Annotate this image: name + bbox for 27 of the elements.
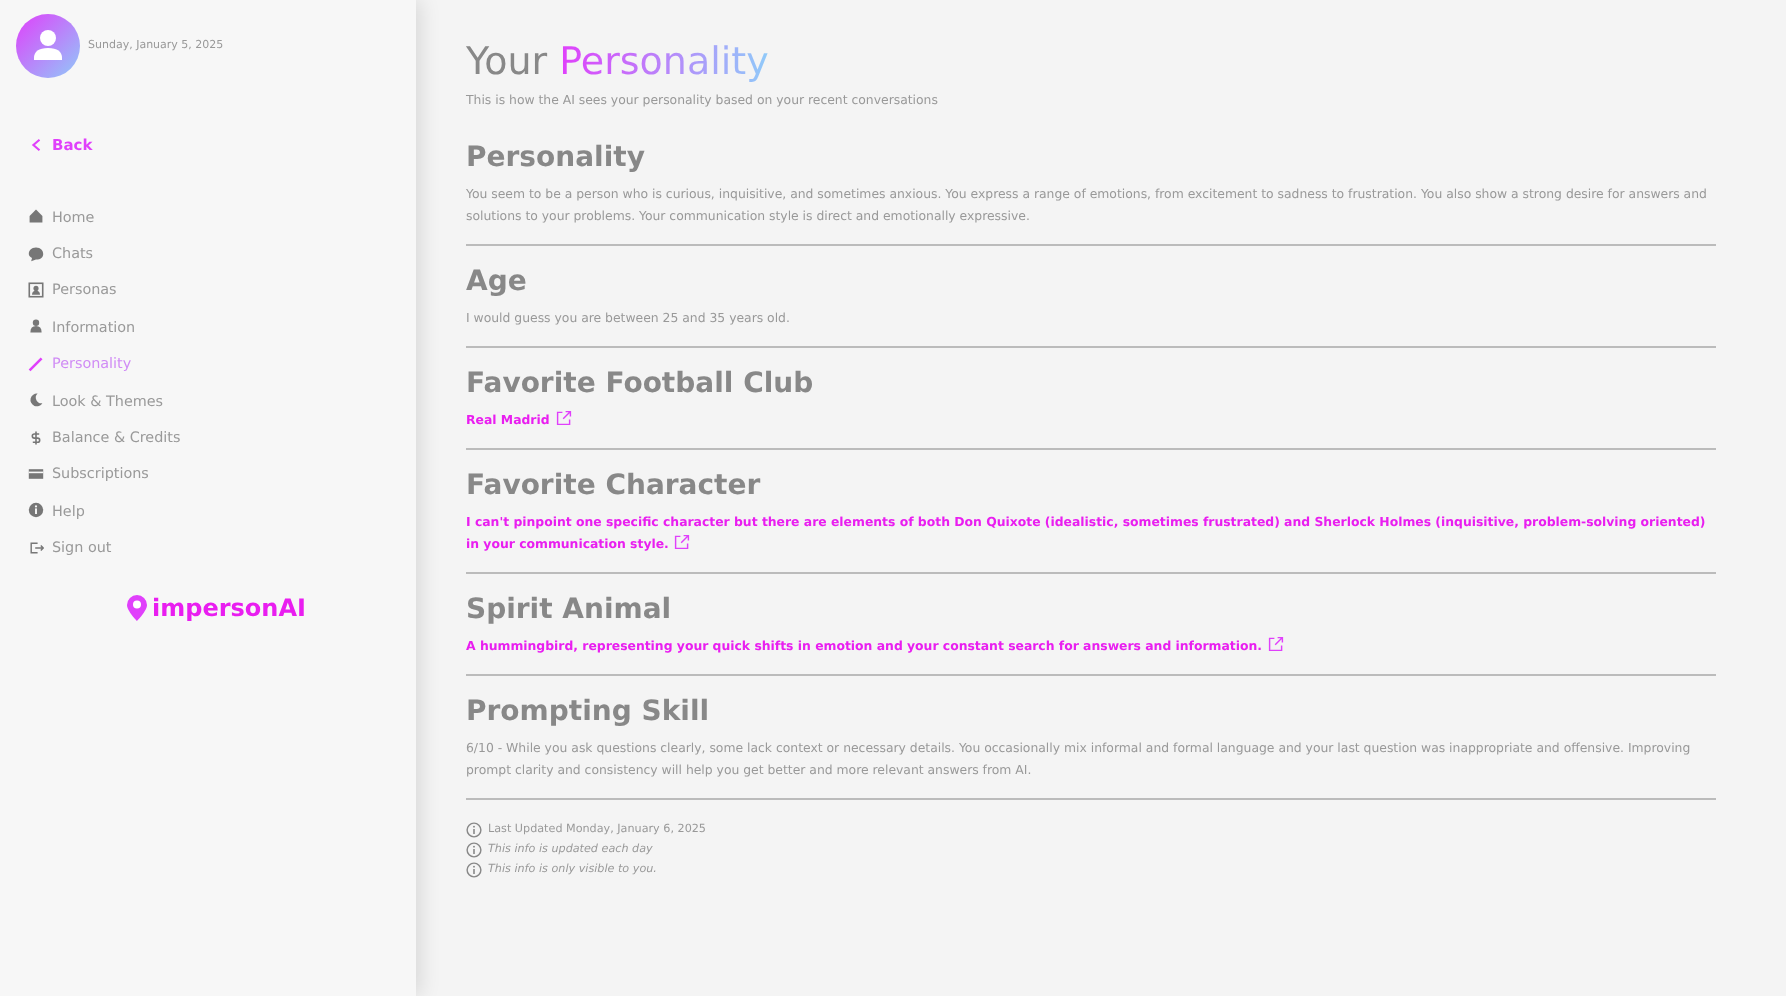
section-heading: Age — [466, 266, 529, 298]
brand-logo[interactable]: impersonAI — [126, 593, 306, 622]
user-icon — [28, 318, 44, 335]
external-link-icon[interactable] — [555, 410, 572, 426]
info-icon — [28, 502, 44, 519]
external-link-icon[interactable] — [1268, 636, 1285, 652]
card-icon — [28, 465, 44, 482]
dollar-icon — [28, 429, 44, 446]
external-link-icon[interactable] — [674, 534, 691, 550]
page-title: Your Personality — [466, 40, 771, 84]
info-icon — [466, 822, 482, 838]
portrait-icon — [28, 281, 44, 298]
section-heading: Spirit Animal — [466, 594, 674, 626]
section-heading: Favorite Football Club — [466, 368, 816, 400]
section-heading: Prompting Skill — [466, 696, 712, 728]
pen-icon — [28, 355, 44, 372]
avatar-icon[interactable] — [16, 14, 80, 78]
pin-icon — [126, 593, 148, 622]
chevron-left-icon — [30, 138, 42, 152]
info-icon — [466, 842, 482, 858]
info-icon — [466, 862, 482, 878]
section-heading: Favorite Character — [466, 470, 763, 502]
home-icon — [28, 208, 44, 225]
section-heading: Personality — [466, 142, 647, 174]
sign-out-icon — [28, 539, 44, 556]
moon-icon — [28, 392, 44, 409]
chat-bubble-icon — [28, 245, 44, 262]
